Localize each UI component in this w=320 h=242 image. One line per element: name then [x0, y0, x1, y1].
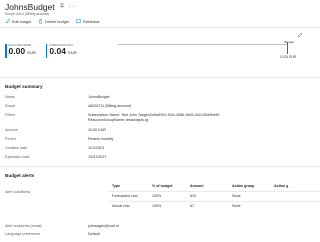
stat-accent-bar	[5, 44, 7, 58]
summary-key: Creation date	[5, 146, 28, 150]
forecasted-cost-stat: Forecasted cost 0.04 EUR	[45, 44, 77, 58]
page-title-row: JohnsBudget ···	[5, 2, 76, 12]
page-subtitle: Scope: Azf-0 (Billing account)	[5, 12, 50, 16]
toolbar: Edit budget Delete budget Feedback	[5, 19, 100, 24]
cell-percent: 100%	[152, 194, 162, 198]
gauge-budget-marker	[287, 42, 288, 54]
cell-amount: 610	[190, 194, 196, 198]
table-divider	[108, 201, 320, 202]
column-header-amount: Amount	[190, 184, 204, 188]
stat-number: 0.00	[8, 46, 26, 56]
summary-value: Resets monthly	[88, 137, 114, 141]
alert-recipients-value: johnsagen@outl.nl	[88, 224, 119, 228]
stat-accent-bar	[45, 44, 48, 58]
section-divider	[0, 166, 320, 167]
summary-value: 10.00 EUR	[88, 128, 107, 132]
gauge-budget-amount: 10.00 EUR	[279, 55, 296, 59]
cell-type: Forecasted cost	[112, 194, 138, 198]
edit-budget-label: Edit budget	[12, 19, 32, 24]
delete-budget-label: Delete budget	[45, 19, 69, 24]
cell-type: Actual cost	[112, 204, 130, 208]
column-header-percent: % of budget	[152, 184, 173, 188]
feedback-label: Feedback	[82, 19, 100, 24]
budget-summary-title: Budget summary	[5, 84, 43, 89]
more-options-icon[interactable]: ···	[69, 4, 77, 10]
table-row: Actual cost 100% 67 None	[108, 204, 320, 211]
table-header: Type % of budget Amount Action group Act…	[108, 184, 320, 191]
section-divider	[0, 77, 320, 78]
pin-icon[interactable]	[59, 3, 65, 11]
stat-number: 0.04	[49, 46, 66, 56]
stat-unit: EUR	[27, 50, 36, 55]
stat-value: 0.00 EUR	[9, 47, 36, 57]
summary-value: 48026711 (Billing account)	[88, 104, 132, 108]
summary-key: Amount	[5, 128, 18, 132]
cell-action-group: None	[232, 194, 241, 198]
summary-value: 11/1/2023	[88, 146, 105, 150]
cell-action-group: None	[232, 204, 241, 208]
column-header-action-group: Action group	[232, 184, 255, 188]
column-header-type: Type	[112, 184, 121, 188]
summary-key: Expiration date	[5, 155, 30, 159]
delete-icon	[39, 19, 43, 24]
alert-conditions-label: Alert conditions	[5, 190, 31, 194]
delete-budget-button[interactable]: Delete budget	[38, 19, 69, 24]
edit-icon	[5, 19, 10, 24]
page-title: JohnsBudget	[5, 2, 55, 12]
evaluated-spend-stat: Evaluated spend 0.00 EUR	[5, 44, 36, 58]
summary-key: Period	[5, 137, 16, 141]
language-preference-label: Language preference	[5, 232, 41, 236]
table-divider	[108, 191, 320, 192]
summary-key: Scope	[5, 104, 16, 108]
stat-unit: EUR	[68, 50, 77, 55]
toolbar-divider	[0, 27, 320, 28]
budget-alerts-title: Budget alerts	[5, 173, 35, 178]
column-header-action-g: Action g	[274, 184, 289, 188]
gauge-track	[118, 44, 288, 46]
edit-budget-button[interactable]: Edit budget	[5, 19, 31, 24]
edit-gauge-icon[interactable]	[297, 32, 303, 40]
feedback-button[interactable]: Feedback	[76, 19, 100, 24]
cell-percent: 100%	[152, 204, 162, 208]
summary-key: Filters	[5, 113, 16, 117]
budget-gauge: Budget 10.00 EUR	[118, 32, 303, 63]
alert-recipients-label: Alert recipients (email)	[5, 224, 42, 228]
stat-value: 0.04 EUR	[49, 47, 76, 57]
table-row: Forecasted cost 100% 610 None	[108, 194, 320, 201]
summary-value: JohnsBudget	[88, 95, 110, 99]
language-preference-value: Default	[88, 232, 100, 236]
summary-value: 10/31/2027	[88, 155, 107, 159]
summary-value-line2: ResourceGroupName: testandjsrs-rg	[88, 118, 149, 122]
feedback-icon	[76, 19, 81, 24]
cell-amount: 67	[190, 204, 194, 208]
summary-stats: Evaluated spend 0.00 EUR Forecasted cost…	[5, 44, 77, 58]
summary-key: Name	[5, 95, 15, 99]
